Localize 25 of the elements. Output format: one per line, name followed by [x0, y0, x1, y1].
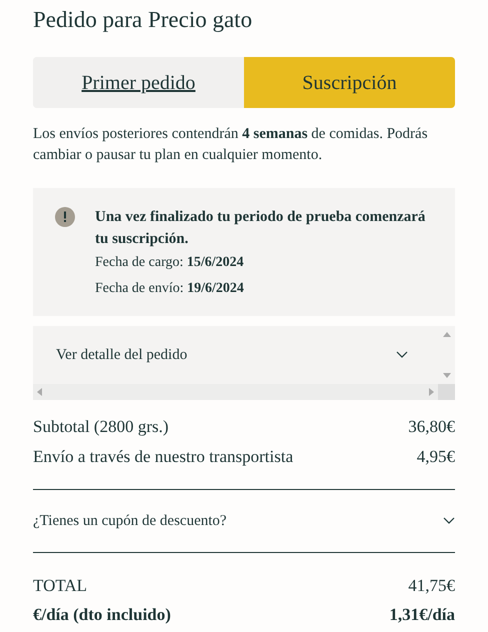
coupon-toggle[interactable]: ¿Tienes un cupón de descuento? — [33, 490, 455, 552]
notice-line: Fecha de envío: 19/6/2024 — [95, 280, 245, 298]
chevron-icon — [443, 517, 455, 525]
chevron-icon — [396, 351, 408, 359]
tab[interactable]: Suscripción — [244, 57, 455, 108]
total-label: TOTAL — [33, 574, 88, 597]
order-detail-toggle[interactable]: Ver detalle del pedido — [33, 326, 438, 384]
page-title: Pedido para Precio gato — [33, 6, 254, 34]
horizontal-scrollbar[interactable] — [33, 384, 438, 400]
total-value: 41,75€ — [408, 574, 455, 597]
notice-line: Fecha de cargo: 15/6/2024 — [95, 254, 245, 272]
description: Los envíos posteriores contendrán 4 semanas de comidas. Podrás cambiar o pausar tu plan en cualquier momento. — [33, 125, 429, 165]
notice-heading: Una vez finalizado tu periodo de prueba comenzará tu suscripción. — [95, 208, 426, 249]
summary-value: 36,80€ — [408, 416, 455, 438]
scroll-left-icon[interactable] — [37, 388, 42, 396]
scroll-up-icon[interactable] — [442, 332, 450, 337]
summary-label: Envío a través de nuestro transportista — [33, 446, 294, 468]
exclamation-icon — [55, 207, 75, 227]
scroll-right-icon[interactable] — [429, 388, 434, 396]
summary-value: 4,95€ — [416, 446, 455, 468]
total-label: €/día (dto incluido) — [33, 604, 171, 626]
scrollbar-corner — [438, 384, 455, 400]
total-value: 1,31€/día — [389, 604, 455, 626]
summary-label: Subtotal (2800 grs.) — [33, 416, 169, 438]
scroll-down-icon[interactable] — [442, 373, 450, 378]
